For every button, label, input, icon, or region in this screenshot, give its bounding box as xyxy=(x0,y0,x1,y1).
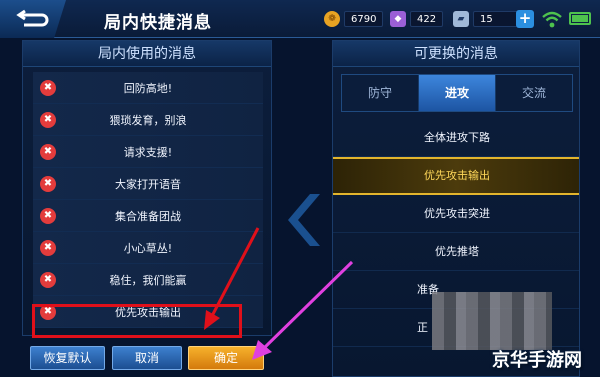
remove-icon[interactable]: ✖ xyxy=(40,143,56,160)
remove-icon[interactable]: ✖ xyxy=(40,239,56,256)
reset-default-button[interactable]: 恢复默认 xyxy=(30,346,105,370)
list-item[interactable]: 全体进攻下路 xyxy=(333,119,579,157)
message-label: 集合准备团战 xyxy=(115,209,181,223)
message-label: 大家打开语音 xyxy=(115,177,181,191)
tab-attack[interactable]: 进攻 xyxy=(419,75,496,111)
wifi-icon xyxy=(542,11,562,28)
cancel-button[interactable]: 取消 xyxy=(112,346,182,370)
list-item[interactable]: ✖ 集合准备团战 xyxy=(33,200,263,232)
remove-icon[interactable]: ✖ xyxy=(40,79,56,96)
tab-defense[interactable]: 防守 xyxy=(342,75,419,111)
remove-icon[interactable]: ✖ xyxy=(40,271,56,288)
list-item[interactable]: ✖ 小心草丛! xyxy=(33,232,263,264)
list-item[interactable]: ✖ 请求支援! xyxy=(33,136,263,168)
back-arrow-icon xyxy=(16,9,49,27)
message-label: 稳住，我们能赢 xyxy=(109,273,187,287)
list-item[interactable]: ✖ 回防高地! xyxy=(33,72,263,104)
in-game-message-list: ✖ 回防高地! ✖ 猥琐发育，别浪 ✖ 请求支援! ✖ 大家打开语音 ✖ 集合准备团战 ✖… xyxy=(33,72,263,328)
page-title: 局内快捷消息 xyxy=(104,13,212,33)
gold-counter: ❁ 6790 xyxy=(324,10,384,28)
confirm-button[interactable]: 确定 xyxy=(188,346,264,370)
coupon-icon: ▰ xyxy=(453,11,469,27)
list-item[interactable]: 优先攻击突进 xyxy=(333,195,579,233)
diamond-counter: ◆ 422 xyxy=(390,10,444,28)
back-button[interactable] xyxy=(0,0,66,38)
list-item[interactable]: 优先推塔 xyxy=(333,233,579,271)
chevron-left-icon xyxy=(288,194,320,246)
list-item[interactable]: ✖ 大家打开语音 xyxy=(33,168,263,200)
diamond-value: 422 xyxy=(410,11,444,27)
remove-icon[interactable]: ✖ xyxy=(40,175,56,192)
list-item[interactable]: ✖ 猥琐发育，别浪 xyxy=(33,104,263,136)
message-label: 回防高地! xyxy=(123,81,173,95)
watermark: 京华手游网 xyxy=(492,349,582,371)
highlight-box xyxy=(32,304,242,338)
gold-coin-icon: ❁ xyxy=(324,11,340,27)
message-label: 猥琐发育，别浪 xyxy=(109,113,187,127)
message-label: 小心草丛! xyxy=(123,241,173,255)
remove-icon[interactable]: ✖ xyxy=(40,111,56,128)
in-game-messages-panel: 局内使用的消息 ✖ 回防高地! ✖ 猥琐发育，别浪 ✖ 请求支援! ✖ 大家打开语音 ✖… xyxy=(22,40,272,336)
diamond-icon: ◆ xyxy=(390,11,406,27)
message-label: 请求支援! xyxy=(123,145,173,159)
in-game-messages-title: 局内使用的消息 xyxy=(23,41,271,67)
top-bar: 局内快捷消息 ❁ 6790 ◆ 422 ▰ 15 + xyxy=(0,0,600,38)
battery-icon xyxy=(569,12,591,25)
recharge-plus-button[interactable]: + xyxy=(516,10,534,28)
remove-icon[interactable]: ✖ xyxy=(40,207,56,224)
tab-communication[interactable]: 交流 xyxy=(496,75,572,111)
list-item-selected[interactable]: 优先攻击输出 xyxy=(333,157,579,195)
replaceable-messages-title: 可更换的消息 xyxy=(333,41,579,67)
list-item[interactable]: ✖ 稳住，我们能赢 xyxy=(33,264,263,296)
message-category-tabs: 防守 进攻 交流 xyxy=(341,74,573,112)
gold-value: 6790 xyxy=(344,11,384,27)
